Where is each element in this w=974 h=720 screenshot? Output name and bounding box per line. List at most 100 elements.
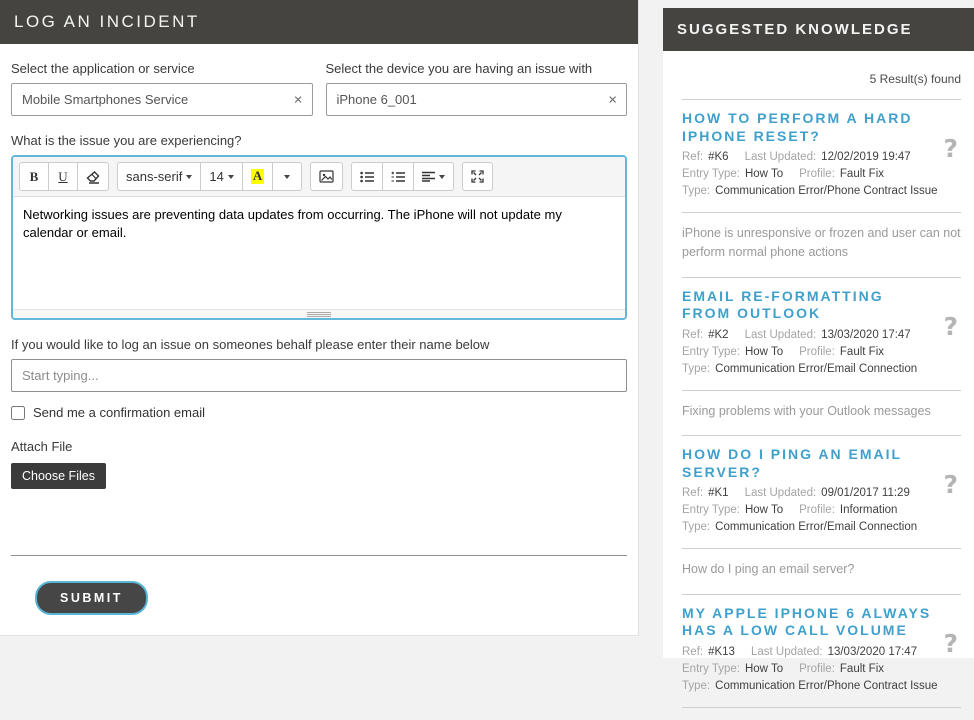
app-service-clear-icon[interactable]: × [294,92,303,107]
behalf-name-input[interactable] [11,359,627,392]
updated-value: 13/03/2020 17:47 [821,329,911,341]
updated-label: Last Updated: [745,487,817,499]
profile-value: Fault Fix [840,346,884,358]
align-icon [422,171,435,182]
device-label: Select the device you are having an issu… [326,61,628,76]
log-incident-header: LOG AN INCIDENT [0,0,638,44]
ref-value: #K1 [708,487,728,499]
updated-label: Last Updated: [751,646,823,658]
type-value: Communication Error/Phone Contract Issue [715,680,937,692]
type-label: Type: [682,680,710,692]
chevron-down-icon [284,175,290,179]
unordered-list-button[interactable] [351,162,383,191]
entry-type-value: How To [745,504,783,516]
ref-label: Ref: [682,646,703,658]
attach-file-label: Attach File [11,439,627,454]
type-label: Type: [682,363,710,375]
resize-handle-icon [307,312,331,317]
confirmation-email-label[interactable]: Send me a confirmation email [33,405,205,420]
knowledge-item-description: Fixing problems with your Outlook messag… [682,391,961,423]
updated-value: 12/02/2019 19:47 [821,151,911,163]
log-incident-panel: LOG AN INCIDENT Select the application o… [0,0,639,636]
clear-formatting-button[interactable] [77,162,109,191]
ordered-list-button[interactable] [382,162,414,191]
help-question-icon[interactable]: ? [943,631,958,656]
log-incident-title: LOG AN INCIDENT [14,12,200,32]
ordered-list-icon [391,171,405,183]
underline-button[interactable]: U [48,162,78,191]
font-family-dropdown[interactable]: sans-serif [117,162,201,191]
ref-label: Ref: [682,487,703,499]
entry-type-value: How To [745,663,783,675]
type-label: Type: [682,521,710,533]
behalf-label: If you would like to log an issue on som… [11,337,627,352]
font-size-value: 14 [209,169,223,184]
font-color-icon: A [251,169,264,183]
profile-label: Profile: [799,504,835,516]
paragraph-align-dropdown[interactable] [413,162,454,191]
entry-type-label: Entry Type: [682,663,740,675]
ref-value: #K13 [708,646,735,658]
profile-value: Fault Fix [840,663,884,675]
entry-type-value: How To [745,346,783,358]
knowledge-item-title[interactable]: MY APPLE IPHONE 6 ALWAYS HAS A LOW CALL … [682,605,961,640]
knowledge-item: EMAIL RE-FORMATTING FROM OUTLOOK ? Ref:#… [682,278,961,435]
app-service-label: Select the application or service [11,61,313,76]
profile-value: Fault Fix [840,168,884,180]
knowledge-item-description: How do I ping an email server? [682,549,961,581]
editor-toolbar: B U sans-serif [13,157,625,197]
rich-text-editor: B U sans-serif [11,155,627,320]
fullscreen-icon [471,170,484,183]
knowledge-item: MY APPLE IPHONE 6 ALWAYS HAS A LOW CALL … [682,595,961,720]
profile-label: Profile: [799,663,835,675]
editor-resize-bar[interactable] [13,309,625,318]
profile-label: Profile: [799,168,835,180]
insert-image-button[interactable] [310,162,343,191]
entry-type-label: Entry Type: [682,168,740,180]
fullscreen-button[interactable] [462,162,493,191]
divider [682,707,961,708]
ref-label: Ref: [682,329,703,341]
help-question-icon[interactable]: ? [943,472,958,497]
knowledge-item-meta: Ref:#K2Last Updated:13/03/2020 17:47 Ent… [682,327,961,378]
type-value: Communication Error/Phone Contract Issue [715,185,937,197]
font-color-dropdown[interactable] [272,162,302,191]
updated-value: 13/03/2020 17:47 [828,646,918,658]
bold-button[interactable]: B [19,162,49,191]
ref-label: Ref: [682,151,703,163]
suggested-knowledge-header: SUGGESTED KNOWLEDGE [663,8,974,51]
eraser-icon [86,170,100,184]
issue-textarea[interactable]: Networking issues are preventing data up… [13,197,625,309]
results-count: 5 Result(s) found [682,72,961,86]
knowledge-item-description: iPhone is unresponsive or frozen and use… [682,213,961,265]
knowledge-item: HOW DO I PING AN EMAIL SERVER? ? Ref: #K1… [682,436,961,593]
knowledge-item-title[interactable]: EMAIL RE-FORMATTING FROM OUTLOOK [682,288,961,323]
issue-label: What is the issue you are experiencing? [11,133,627,148]
knowledge-item-title[interactable]: HOW DO I PING AN EMAIL SERVER? [682,446,961,481]
chevron-down-icon [439,175,445,179]
help-question-icon[interactable]: ? [943,136,958,161]
knowledge-item-title[interactable]: HOW TO PERFORM A HARD IPHONE RESET? [682,110,961,145]
choose-files-button[interactable]: Choose Files [11,463,106,489]
device-select[interactable]: iPhone 6_001 × [326,83,628,116]
device-clear-icon[interactable]: × [608,92,617,107]
font-color-button[interactable]: A [242,162,273,191]
knowledge-item-meta: Ref: #K1 Last Updated: 09/01/2017 11:29 Ent… [682,485,961,536]
font-size-dropdown[interactable]: 14 [200,162,242,191]
suggested-knowledge-title: SUGGESTED KNOWLEDGE [677,21,913,38]
confirmation-email-checkbox[interactable] [11,406,25,420]
submit-button[interactable]: SUBMIT [35,581,148,615]
page: LOG AN INCIDENT Select the application o… [0,0,974,658]
chevron-down-icon [186,175,192,179]
app-service-value: Mobile Smartphones Service [22,92,188,107]
suggested-knowledge-panel: SUGGESTED KNOWLEDGE 5 Result(s) found HO… [663,8,974,658]
app-service-select[interactable]: Mobile Smartphones Service × [11,83,313,116]
updated-value: 09/01/2017 11:29 [821,487,910,499]
help-question-icon[interactable]: ? [943,314,958,339]
entry-type-label: Entry Type: [682,504,740,516]
chevron-down-icon [228,175,234,179]
type-value: Communication Error/Email Connection [715,363,917,375]
type-label: Type: [682,185,710,197]
form-divider [11,555,627,556]
type-value: Communication Error/Email Connection [715,521,917,533]
